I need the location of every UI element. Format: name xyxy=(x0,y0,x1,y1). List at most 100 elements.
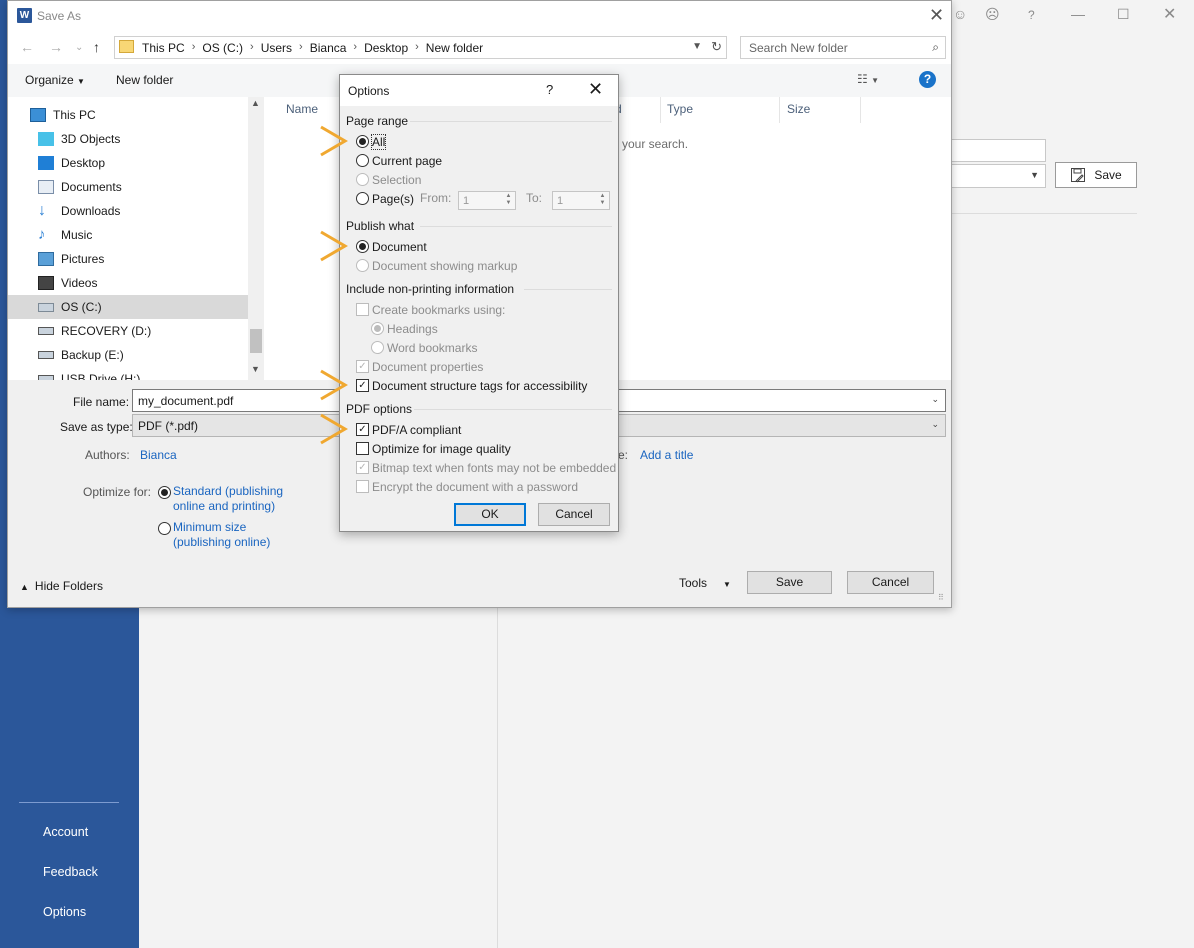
nav-item-3d-objects[interactable]: 3D Objects xyxy=(8,127,248,151)
page-range-all-radio[interactable] xyxy=(356,135,369,148)
resize-grip-icon[interactable]: ⠿ xyxy=(938,593,944,602)
breadcrumb-item[interactable]: Desktop xyxy=(364,41,408,55)
word-bookmarks-radio[interactable] xyxy=(371,341,384,354)
chevron-right-icon[interactable]: › xyxy=(185,41,203,55)
from-stepper[interactable]: 1 ▲ ▼ xyxy=(458,191,516,210)
forward-arrow-icon[interactable]: → xyxy=(49,39,63,55)
title-field-value[interactable]: Add a title xyxy=(640,448,693,462)
nav-item-usb-h[interactable]: USB Drive (H:) xyxy=(8,367,248,380)
optimize-image-label[interactable]: Optimize for image quality xyxy=(372,442,511,456)
chevron-down-icon[interactable]: ⌄ xyxy=(931,394,939,405)
nav-item-pictures[interactable]: Pictures xyxy=(8,247,248,271)
pdfa-checkbox[interactable]: ✓ xyxy=(356,423,369,436)
frown-icon[interactable]: ☹ xyxy=(985,6,1000,23)
document-properties-label[interactable]: Document properties xyxy=(372,360,483,374)
chevron-down-icon[interactable]: ▼ xyxy=(692,41,702,52)
page-range-current-radio[interactable] xyxy=(356,154,369,167)
search-input[interactable]: Search New folder xyxy=(749,41,848,55)
page-range-pages-label[interactable]: Page(s) xyxy=(372,192,414,206)
cancel-button[interactable]: Cancel xyxy=(847,571,934,594)
page-range-all-label[interactable]: All xyxy=(370,134,387,150)
organize-button[interactable]: Organize ▼ xyxy=(25,73,85,87)
chevron-down-icon[interactable]: ⌄ xyxy=(931,419,939,430)
chevron-right-icon[interactable]: › xyxy=(346,41,364,55)
scroll-up-icon[interactable]: ▲ xyxy=(251,98,260,108)
nav-item-desktop[interactable]: Desktop xyxy=(8,151,248,175)
maximize-icon[interactable]: ☐ xyxy=(1117,6,1130,23)
to-stepper[interactable]: 1 ▲ ▼ xyxy=(552,191,610,210)
tools-menu[interactable]: Tools ▼ xyxy=(679,576,731,590)
nav-item-backup-e[interactable]: Backup (E:) xyxy=(8,343,248,367)
optimize-minimum-radio[interactable] xyxy=(158,522,171,535)
save-button[interactable]: Save xyxy=(747,571,832,594)
nav-account[interactable]: Account xyxy=(43,825,88,839)
breadcrumb-item[interactable]: Bianca xyxy=(310,41,347,55)
structure-tags-label[interactable]: Document structure tags for accessibilit… xyxy=(372,379,587,393)
optimize-minimum-label[interactable]: Minimum size xyxy=(173,520,246,534)
nav-item-documents[interactable]: Documents xyxy=(8,175,248,199)
nav-item-downloads[interactable]: ↓ Downloads xyxy=(8,199,248,223)
refresh-icon[interactable]: ↻ xyxy=(711,39,722,55)
options-help-button[interactable]: ? xyxy=(546,82,553,97)
optimize-image-checkbox[interactable] xyxy=(356,442,369,455)
smile-icon[interactable]: ☺ xyxy=(953,6,967,22)
headings-radio[interactable] xyxy=(371,322,384,335)
page-range-current-label[interactable]: Current page xyxy=(372,154,442,168)
publish-document-label[interactable]: Document xyxy=(372,240,427,254)
chevron-right-icon[interactable]: › xyxy=(292,41,310,55)
nav-item-this-pc[interactable]: This PC xyxy=(8,103,248,127)
nav-item-videos[interactable]: Videos xyxy=(8,271,248,295)
column-header-type[interactable]: Type xyxy=(667,102,693,116)
optimize-standard-label[interactable]: online and printing) xyxy=(173,499,275,513)
structure-tags-checkbox[interactable]: ✓ xyxy=(356,379,369,392)
pdfa-label[interactable]: PDF/A compliant xyxy=(372,423,461,437)
scroll-thumb[interactable] xyxy=(250,329,262,353)
bitmap-text-checkbox[interactable]: ✓ xyxy=(356,461,369,474)
nav-item-music[interactable]: ♪ Music xyxy=(8,223,248,247)
help-icon[interactable]: ? xyxy=(919,71,936,88)
stepper-arrows-icon[interactable]: ▲ ▼ xyxy=(503,193,514,208)
optimize-standard-label[interactable]: Standard (publishing xyxy=(173,484,283,498)
scroll-down-icon[interactable]: ▼ xyxy=(251,364,260,374)
nav-feedback[interactable]: Feedback xyxy=(43,865,98,879)
create-bookmarks-label[interactable]: Create bookmarks using: xyxy=(372,303,505,317)
recent-dropdown-icon[interactable]: ⌄ xyxy=(75,42,83,53)
chevron-right-icon[interactable]: › xyxy=(408,41,426,55)
minimize-icon[interactable]: — xyxy=(1071,6,1085,22)
nav-options[interactable]: Options xyxy=(43,905,86,919)
create-bookmarks-checkbox[interactable] xyxy=(356,303,369,316)
close-icon[interactable]: ✕ xyxy=(929,5,944,26)
word-bookmarks-label[interactable]: Word bookmarks xyxy=(387,341,477,355)
nav-item-recovery-d[interactable]: RECOVERY (D:) xyxy=(8,319,248,343)
column-header-size[interactable]: Size xyxy=(787,102,810,116)
document-properties-checkbox[interactable]: ✓ xyxy=(356,360,369,373)
window-close-icon[interactable]: ✕ xyxy=(1163,4,1176,24)
chevron-right-icon[interactable]: › xyxy=(243,41,261,55)
publish-markup-radio[interactable] xyxy=(356,259,369,272)
breadcrumb-item[interactable]: This PC xyxy=(142,41,185,55)
optimize-minimum-label[interactable]: (publishing online) xyxy=(173,535,270,549)
help-icon[interactable]: ? xyxy=(1028,8,1035,22)
breadcrumb-item[interactable]: OS (C:) xyxy=(202,41,243,55)
column-divider[interactable] xyxy=(779,97,780,123)
optimize-standard-radio[interactable] xyxy=(158,486,171,499)
back-arrow-icon[interactable]: ← xyxy=(20,39,34,55)
breadcrumb-item[interactable]: New folder xyxy=(426,41,483,55)
search-box[interactable]: Search New folder ⌕ xyxy=(740,36,946,59)
encrypt-checkbox[interactable] xyxy=(356,480,369,493)
page-range-selection-radio[interactable] xyxy=(356,173,369,186)
column-header-name[interactable]: Name xyxy=(286,102,318,116)
hide-folders-button[interactable]: ▲ Hide Folders xyxy=(20,579,103,593)
page-range-pages-radio[interactable] xyxy=(356,192,369,205)
nav-item-os-c[interactable]: OS (C:) xyxy=(8,295,248,319)
address-bar[interactable]: This PC › OS (C:) › Users › Bianca › Desktop… xyxy=(114,36,727,59)
authors-value[interactable]: Bianca xyxy=(140,448,177,462)
column-divider[interactable] xyxy=(860,97,861,123)
publish-markup-label[interactable]: Document showing markup xyxy=(372,259,517,273)
backstage-type-select[interactable]: ▼ xyxy=(951,164,1046,188)
stepper-arrows-icon[interactable]: ▲ ▼ xyxy=(597,193,608,208)
nav-scrollbar[interactable]: ▲ ▼ xyxy=(248,97,264,380)
encrypt-label[interactable]: Encrypt the document with a password xyxy=(372,480,578,494)
ok-button[interactable]: OK xyxy=(454,503,526,526)
column-divider[interactable] xyxy=(660,97,661,123)
